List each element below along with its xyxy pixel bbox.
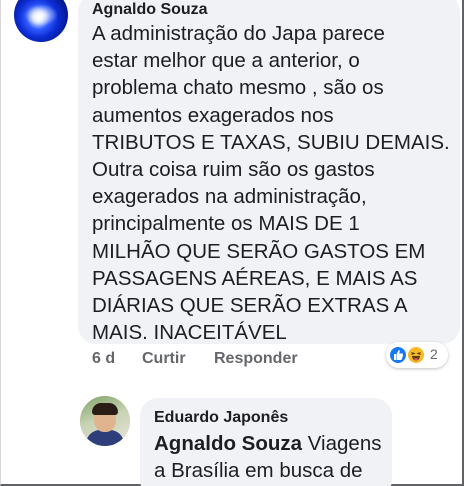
like-button[interactable]: Curtir	[142, 350, 186, 368]
reaction-count: 2	[430, 346, 438, 362]
haha-icon	[406, 345, 426, 365]
avatar-glow	[24, 4, 58, 26]
reply-button[interactable]: Responder	[214, 350, 298, 368]
reply-mention[interactable]: Agnaldo Souza	[154, 432, 302, 455]
reply-avatar[interactable]	[80, 396, 130, 446]
reply-text-first: Viagens	[302, 432, 382, 455]
avatar-shirt	[86, 430, 124, 446]
reply-text: Agnaldo Souza Viagens a Brasília em busca…	[154, 430, 384, 484]
like-icon	[388, 345, 408, 365]
reply-author[interactable]: Eduardo Japonês	[154, 408, 288, 428]
comment-timestamp[interactable]: 6 d	[92, 350, 115, 368]
reactions-summary[interactable]: 2	[386, 342, 448, 368]
comment-author[interactable]: Agnaldo Souza	[92, 0, 208, 20]
reply-text-rest: a Brasília em busca de	[154, 459, 363, 482]
avatar-hair	[92, 403, 118, 415]
comment-text: A administração do Japa parece estar mel…	[92, 22, 450, 345]
